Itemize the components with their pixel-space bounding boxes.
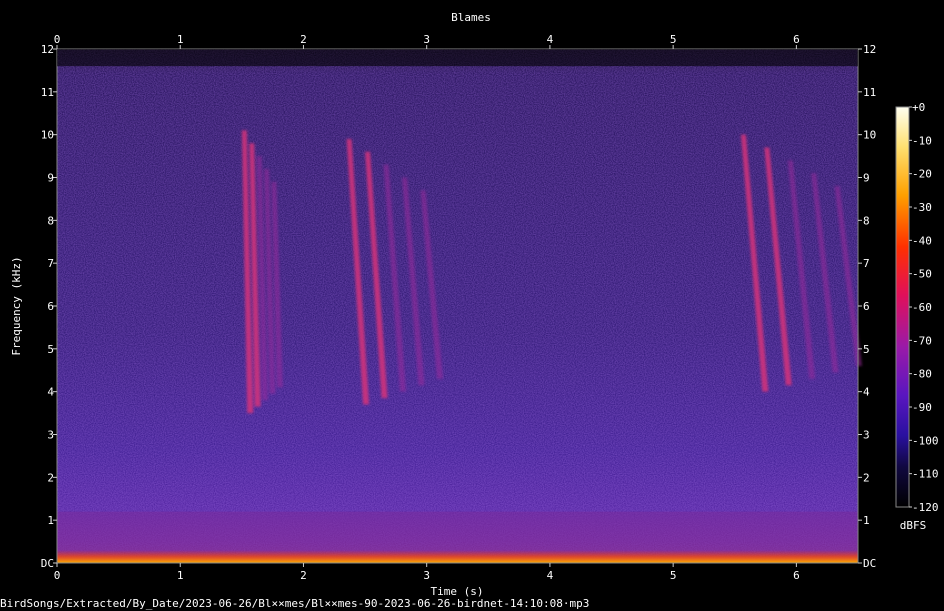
y-tick-label: 6 (47, 300, 54, 313)
x-tick-label: 0 (54, 33, 61, 46)
x-tick-label: 6 (793, 569, 800, 582)
colorbar-tick-label: -40 (912, 234, 932, 247)
x-tick-label: 5 (670, 33, 677, 46)
colorbar-tick-label: -110 (912, 468, 939, 481)
colorbar-tick-label: -90 (912, 401, 932, 414)
y-tick-label: 8 (863, 214, 870, 227)
y-tick-label: DC (863, 557, 876, 570)
x-tick-label: 2 (300, 569, 307, 582)
colorbar-tick-label: -20 (912, 168, 932, 181)
y-tick-label: 1 (863, 514, 870, 527)
chart-title: Blames (451, 11, 491, 24)
colorbar-tick-label: -50 (912, 268, 932, 281)
x-tick-label: 3 (423, 569, 430, 582)
spectrogram-noise (57, 49, 858, 563)
y-tick-label: DC (41, 557, 54, 570)
y-tick-label: 1 (47, 514, 54, 527)
colorbar-tick-label: -10 (912, 134, 932, 147)
y-tick-label: 9 (863, 172, 870, 185)
y-tick-label: 7 (47, 257, 54, 270)
colorbar-tick-label: -70 (912, 334, 932, 347)
x-tick-label: 4 (547, 33, 554, 46)
x-tick-label: 1 (177, 569, 184, 582)
y-tick-label: 2 (47, 471, 54, 484)
top-empty-band (57, 49, 858, 67)
dc-energy-band (57, 550, 858, 563)
y-tick-label: 12 (41, 43, 54, 56)
colorbar-tick-label: -120 (912, 501, 939, 514)
y-tick-label: 5 (47, 343, 54, 356)
x-tick-label: 1 (177, 33, 184, 46)
x-tick-label: 0 (54, 569, 61, 582)
colorbar-label: dBFS (900, 519, 927, 532)
x-tick-label: 2 (300, 33, 307, 46)
plot-area (56, 48, 862, 564)
y-tick-label: 11 (863, 86, 876, 99)
file-path-footer: BirdSongs/Extracted/By_Date/2023-06-26/B… (0, 597, 590, 610)
colorbar-tick-label: -80 (912, 368, 932, 381)
y-tick-label: 9 (47, 172, 54, 185)
y-tick-label: 5 (863, 343, 870, 356)
y-tick-label: 4 (863, 386, 870, 399)
colorbar-tick-label: -100 (912, 434, 939, 447)
y-tick-label: 8 (47, 214, 54, 227)
y-tick-label: 12 (863, 43, 876, 56)
y-tick-label: 6 (863, 300, 870, 313)
x-tick-label: 5 (670, 569, 677, 582)
y-tick-label: 10 (863, 129, 876, 142)
colorbar-gradient (895, 106, 910, 508)
spectrogram-chart: Blames 0123456 0123456 DC123456789101112… (0, 0, 944, 611)
x-tick-label: 6 (793, 33, 800, 46)
y-tick-label: 3 (863, 429, 870, 442)
y-tick-label: 11 (41, 86, 54, 99)
colorbar-tick-label: -60 (912, 301, 932, 314)
colorbar-tick-label: +0 (912, 101, 925, 114)
x-tick-label: 3 (423, 33, 430, 46)
colorbar-tick-label: -30 (912, 201, 932, 214)
y-tick-label: 4 (47, 386, 54, 399)
y-axis-label: Frequency (kHz) (10, 256, 23, 355)
y-tick-label: 2 (863, 471, 870, 484)
y-tick-label: 7 (863, 257, 870, 270)
x-tick-label: 4 (547, 569, 554, 582)
y-tick-label: 10 (41, 129, 54, 142)
y-tick-label: 3 (47, 429, 54, 442)
